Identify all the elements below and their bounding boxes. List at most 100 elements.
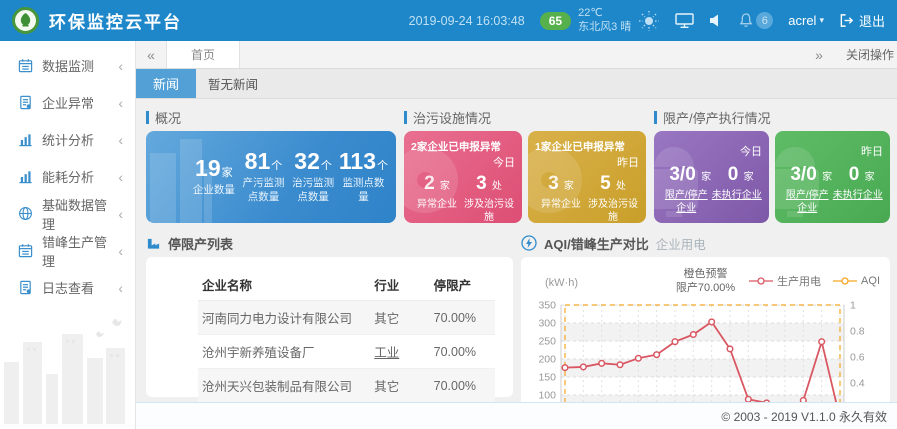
table-row: 河南同力电力设计有限公司 其它 70.00% xyxy=(198,301,495,335)
legend-aqi[interactable]: AQI xyxy=(833,275,880,287)
app-header: 环保监控云平台 2019-09-24 16:03:48 65 22℃ 东北风3 … xyxy=(0,0,897,41)
chevron-left-icon: ‹ xyxy=(118,133,123,147)
notifications[interactable]: 6 xyxy=(738,12,773,29)
industry: 其它 xyxy=(370,369,429,403)
sidebar-item-basic-data[interactable]: 基础数据管理 ‹ xyxy=(0,195,135,232)
treatment-card-yesterday: 1家企业已申报异常 昨日 3 家 5 处 异常企业 涉及治污设施 xyxy=(528,131,646,223)
sidebar: 数据监测 ‹ 企业异常 ‹ 统计分析 ‹ xyxy=(0,41,136,429)
datetime: 2019-09-24 16:03:48 xyxy=(409,14,525,28)
footer-copyright: © 2003 - 2019 V1.1.0 永久有效 xyxy=(721,408,887,425)
involved-facility-label: 涉及治污设施 xyxy=(463,198,515,223)
tabs-scroll-right-icon[interactable]: » xyxy=(804,47,834,63)
section-shutdown-list-header: 停限产列表 xyxy=(146,233,513,253)
notification-count-badge: 6 xyxy=(756,12,773,29)
weather-desc: 晴 xyxy=(620,21,631,33)
aqi-chart-title: AQI/错峰生产对比 xyxy=(544,234,649,253)
shutdown-table: 企业名称 行业 停限产 河南同力电力设计有限公司 其它 70.00% xyxy=(198,269,495,402)
table-row: 沧州天兴包装制品有限公司 其它 70.00% xyxy=(198,369,495,403)
legend-marker-icon xyxy=(833,276,857,286)
orange-warning-annotation: 橙色预警 限产70.00% xyxy=(676,267,735,296)
section-overview-title: 概况 xyxy=(155,108,181,127)
restricted-enterprises-link[interactable]: 限产/停产企业 xyxy=(661,189,712,215)
shutdown-rate: 70.00% xyxy=(430,335,495,369)
sidebar-item-peak-production[interactable]: 错峰生产管理 ‹ xyxy=(0,232,135,269)
overview-card: 19家 企业数量 81个 产污监测点数量 32个 治污监测点数量 113个 xyxy=(146,131,396,223)
chevron-left-icon: ‹ xyxy=(118,170,123,184)
news-bar: 新闻 暂无新闻 xyxy=(136,69,897,99)
weather-widget: 65 22℃ 东北风3 晴 xyxy=(540,7,661,33)
chevron-left-icon: ‹ xyxy=(118,244,123,258)
chevron-left-icon: ‹ xyxy=(118,207,123,221)
non-executing-enterprises-link[interactable]: 未执行企业 xyxy=(833,189,884,215)
svg-text:0.8: 0.8 xyxy=(850,326,865,338)
calendar-grid-icon xyxy=(18,58,33,73)
section-bar xyxy=(146,111,149,124)
chart-legend: 生产用电 AQI xyxy=(749,273,880,289)
sun-icon xyxy=(638,10,660,32)
sidebar-item-statistics[interactable]: 统计分析 ‹ xyxy=(0,121,135,158)
svg-text:200: 200 xyxy=(538,354,556,366)
stat-treatment-points: 32个 治污监测点数量 xyxy=(289,150,337,203)
user-menu[interactable]: acrel ▾ xyxy=(788,13,824,28)
shutdown-list-card: 企业名称 行业 停限产 河南同力电力设计有限公司 其它 70.00% xyxy=(146,257,513,397)
tabs-scroll-left-icon[interactable]: « xyxy=(136,41,166,68)
aqi-chart-card: (kW·h) 橙色预警 限产70.00% xyxy=(521,257,890,402)
section-restriction-title: 限产/停产执行情况 xyxy=(663,108,771,127)
section-aqi-header: AQI/错峰生产对比 企业用电 xyxy=(521,233,890,253)
sidebar-item-label: 数据监测 xyxy=(42,56,94,75)
svg-text:1: 1 xyxy=(850,300,856,312)
chevron-left-icon: ‹ xyxy=(118,96,123,110)
temperature: 22℃ xyxy=(578,7,631,20)
logout-button[interactable]: 退出 xyxy=(839,11,885,30)
bell-icon xyxy=(738,12,754,29)
sidebar-item-label: 基础数据管理 xyxy=(42,195,118,233)
abnormal-enterprise-label: 异常企业 xyxy=(411,198,463,223)
app-title: 环保监控云平台 xyxy=(49,8,182,33)
clipboard-icon xyxy=(18,280,33,295)
chevron-left-icon: ‹ xyxy=(118,59,123,73)
restriction-card-today: 今日 3/0 家 0 家 限产/停产企业 未执行企业 xyxy=(654,131,769,223)
non-executing-enterprises-link[interactable]: 未执行企业 xyxy=(712,189,763,215)
chevron-left-icon: ‹ xyxy=(118,281,123,295)
shutdown-rate: 70.00% xyxy=(430,369,495,403)
sidebar-item-label: 统计分析 xyxy=(42,130,94,149)
sidebar-item-enterprise-abnormal[interactable]: 企业异常 ‹ xyxy=(0,84,135,121)
industry-link[interactable]: 工业 xyxy=(370,335,429,369)
sidebar-item-data-monitoring[interactable]: 数据监测 ‹ xyxy=(0,47,135,84)
footer: © 2003 - 2019 V1.1.0 永久有效 xyxy=(136,402,897,429)
sidebar-item-log-view[interactable]: 日志查看 ‹ xyxy=(0,269,135,306)
enterprise-power-toggle[interactable]: 企业用电 xyxy=(656,234,706,253)
sidebar-item-energy-analysis[interactable]: 能耗分析 ‹ xyxy=(0,158,135,195)
shutdown-list-title: 停限产列表 xyxy=(168,234,233,253)
sidebar-item-label: 企业异常 xyxy=(42,93,94,112)
news-button[interactable]: 新闻 xyxy=(136,69,196,98)
wind: 东北风3 xyxy=(578,21,617,33)
stat-pollution-points: 81个 产污监测点数量 xyxy=(240,150,288,203)
lightning-circle-icon xyxy=(521,235,537,251)
sidebar-item-label: 能耗分析 xyxy=(42,167,94,186)
exit-icon xyxy=(839,13,854,28)
city-skyline-watermark xyxy=(0,314,135,429)
sidebar-item-label: 错峰生产管理 xyxy=(42,232,118,270)
section-treatment-header: 治污设施情况 xyxy=(404,107,646,127)
y-axis-unit: (kW·h) xyxy=(545,277,578,289)
close-operations-button[interactable]: 关闭操作 xyxy=(846,46,894,63)
col-enterprise-name: 企业名称 xyxy=(198,269,370,301)
bar-chart-icon xyxy=(18,132,33,147)
stat-enterprise-count: 19家 企业数量 xyxy=(190,157,238,197)
tab-home[interactable]: 首页 xyxy=(166,41,240,68)
legend-production-power[interactable]: 生产用电 xyxy=(749,273,821,289)
monitor-icon[interactable] xyxy=(675,12,694,29)
svg-text:0.4: 0.4 xyxy=(850,378,865,390)
restricted-enterprises-link[interactable]: 限产/停产企业 xyxy=(782,189,833,215)
dashboard-content: 概况 19家 企业数量 xyxy=(136,99,897,402)
aqi-badge: 65 xyxy=(540,12,571,30)
section-bar xyxy=(404,111,407,124)
industry: 其它 xyxy=(370,301,429,335)
section-restriction-header: 限产/停产执行情况 xyxy=(654,107,890,127)
restriction-card-yesterday: 昨日 3/0 家 0 家 限产/停产企业 未执行企业 xyxy=(775,131,890,223)
app-logo-icon xyxy=(12,7,39,34)
globe-icon xyxy=(18,206,33,221)
speaker-icon[interactable] xyxy=(709,13,723,28)
involved-facility-label: 涉及治污设施 xyxy=(587,198,639,223)
